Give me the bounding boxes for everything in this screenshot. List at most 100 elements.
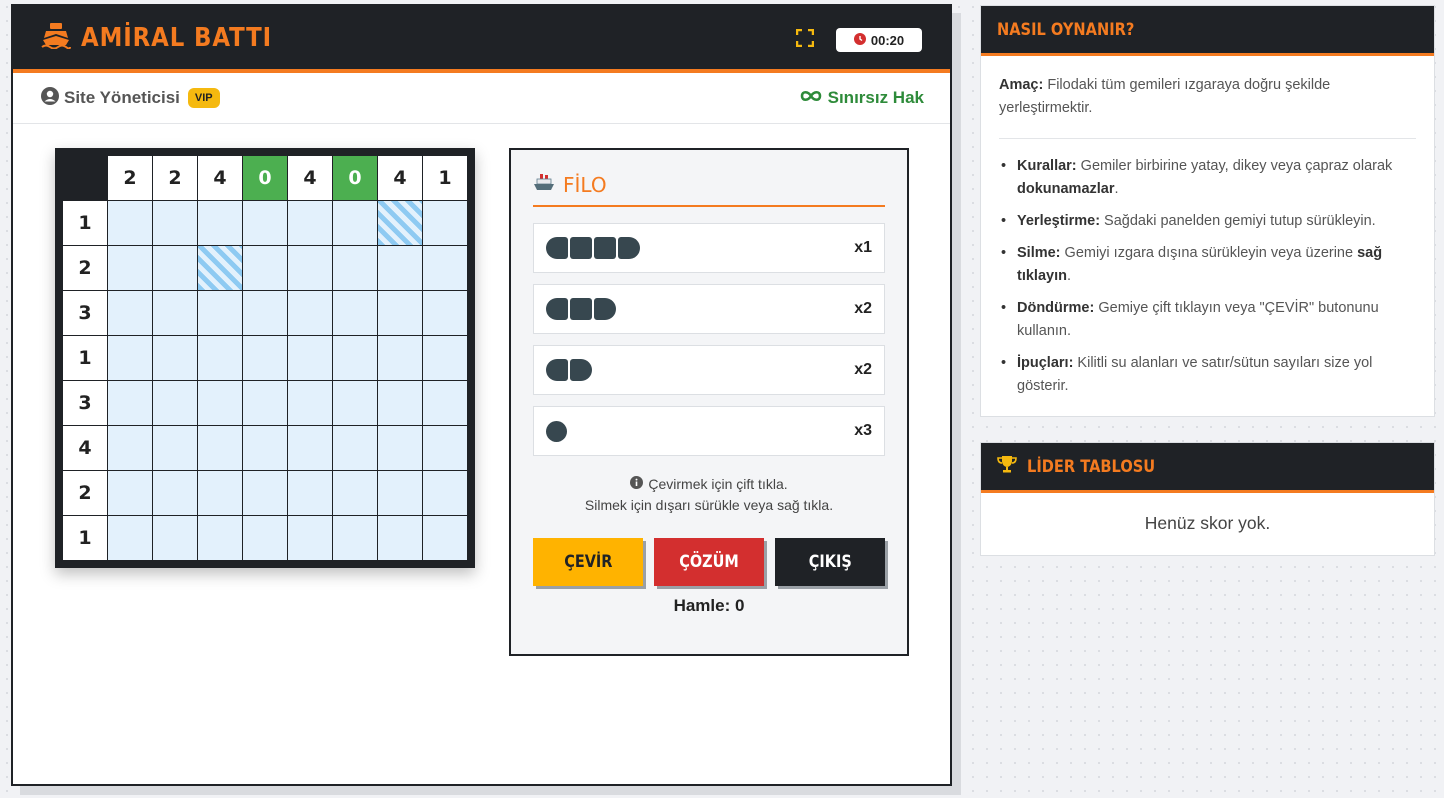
ship-item[interactable]: x2 [533, 284, 885, 334]
grid-cell[interactable] [378, 246, 423, 291]
ship-segment [594, 298, 616, 320]
ship-piece[interactable] [546, 359, 592, 381]
grid-cell[interactable] [198, 201, 243, 246]
grid-cell[interactable] [423, 471, 468, 516]
grid-cell[interactable] [333, 426, 378, 471]
grid-cell[interactable] [198, 291, 243, 336]
ship-item[interactable]: x1 [533, 223, 885, 273]
grid-cell[interactable] [108, 471, 153, 516]
leaderboard-title: LİDER TABLOSU [1027, 456, 1156, 477]
grid-cell[interactable] [423, 516, 468, 561]
grid-cell[interactable] [378, 381, 423, 426]
grid-cell[interactable] [423, 381, 468, 426]
grid-cell[interactable] [333, 516, 378, 561]
ship-count: x2 [854, 300, 872, 317]
grid-cell[interactable] [243, 336, 288, 381]
ship-piece[interactable] [546, 237, 640, 259]
grid-cell[interactable] [108, 291, 153, 336]
grid-cell[interactable] [198, 426, 243, 471]
grid-cell[interactable] [153, 336, 198, 381]
rule-label: Silme: [1017, 245, 1061, 261]
grid-cell[interactable] [108, 246, 153, 291]
grid-cell[interactable] [108, 381, 153, 426]
grid-cell[interactable] [288, 201, 333, 246]
rights-text: Sınırsız Hak [827, 88, 924, 107]
locked-water-cell[interactable] [198, 246, 243, 291]
grid-cell[interactable] [288, 471, 333, 516]
fullscreen-icon[interactable] [795, 28, 815, 52]
timer: 00:20 [836, 28, 922, 52]
rule-label: Döndürme: [1017, 300, 1095, 316]
grid-cell[interactable] [288, 246, 333, 291]
ship-piece[interactable] [546, 298, 616, 320]
solve-label: ÇÖZÜM [679, 552, 739, 572]
grid-cell[interactable] [423, 291, 468, 336]
ship-segment [546, 420, 567, 442]
ship-item[interactable]: x2 [533, 345, 885, 395]
column-clue: 1 [423, 156, 468, 201]
grid-cell[interactable] [333, 201, 378, 246]
grid-cell[interactable] [333, 291, 378, 336]
rule-tail: . [1066, 268, 1071, 284]
grid-cell[interactable] [108, 426, 153, 471]
grid-cell[interactable] [333, 381, 378, 426]
grid-cell[interactable] [243, 381, 288, 426]
grid-cell[interactable] [243, 246, 288, 291]
exit-button[interactable]: ÇIKIŞ [775, 538, 885, 586]
grid-cell[interactable] [333, 246, 378, 291]
grid-cell[interactable] [153, 426, 198, 471]
grid-cell[interactable] [378, 516, 423, 561]
ship-piece[interactable] [546, 420, 567, 442]
grid-cell[interactable] [423, 201, 468, 246]
ship-segment [546, 237, 568, 259]
grid-cell[interactable] [153, 246, 198, 291]
grid-cell[interactable] [288, 291, 333, 336]
grid-cell[interactable] [243, 471, 288, 516]
grid-cell[interactable] [198, 471, 243, 516]
grid-cell[interactable] [243, 291, 288, 336]
grid-cell[interactable] [288, 336, 333, 381]
grid-cell[interactable] [153, 201, 198, 246]
grid-cell[interactable] [333, 336, 378, 381]
ship-item[interactable]: x3 [533, 406, 885, 456]
grid-cell[interactable] [423, 426, 468, 471]
grid-cell[interactable] [288, 426, 333, 471]
row-clue: 2 [63, 471, 108, 516]
timer-value: 00:20 [870, 32, 905, 48]
grid-cell[interactable] [378, 426, 423, 471]
row-clue: 4 [63, 426, 108, 471]
solve-button[interactable]: ÇÖZÜM [654, 538, 764, 586]
rotate-label: ÇEVİR [563, 552, 613, 572]
locked-water-cell[interactable] [378, 201, 423, 246]
grid-cell[interactable] [198, 381, 243, 426]
rule-text: Gemiyi ızgara dışına sürükleyin veya üze… [1060, 245, 1358, 261]
grid-cell[interactable] [288, 516, 333, 561]
column-clue: 2 [108, 156, 153, 201]
grid-cell[interactable] [243, 201, 288, 246]
grid-cell[interactable] [198, 516, 243, 561]
grid-cell[interactable] [243, 516, 288, 561]
grid-cell[interactable] [288, 381, 333, 426]
grid-cell[interactable] [153, 381, 198, 426]
grid-cell[interactable] [153, 471, 198, 516]
grid-cell[interactable] [153, 516, 198, 561]
grid-cell[interactable] [423, 336, 468, 381]
grid-cell[interactable] [108, 336, 153, 381]
grid-cell[interactable] [378, 336, 423, 381]
grid-cell[interactable] [333, 471, 378, 516]
grid-cell[interactable] [243, 426, 288, 471]
grid-cell[interactable] [378, 291, 423, 336]
ship-count: x3 [854, 422, 872, 439]
grid-cell[interactable] [423, 246, 468, 291]
grid-cell[interactable] [108, 516, 153, 561]
rule-label: Yerleştirme: [1017, 213, 1101, 229]
grid-cell[interactable] [198, 336, 243, 381]
game-title: AMİRAL BATTI [81, 22, 273, 53]
ship-segment [594, 237, 616, 259]
move-counter: Hamle: 0 [673, 596, 745, 615]
rotate-button[interactable]: ÇEVİR [533, 538, 643, 586]
grid-cell[interactable] [153, 291, 198, 336]
grid-cell[interactable] [378, 471, 423, 516]
grid-cell[interactable] [108, 201, 153, 246]
user-name: Site Yöneticisi [64, 88, 180, 107]
